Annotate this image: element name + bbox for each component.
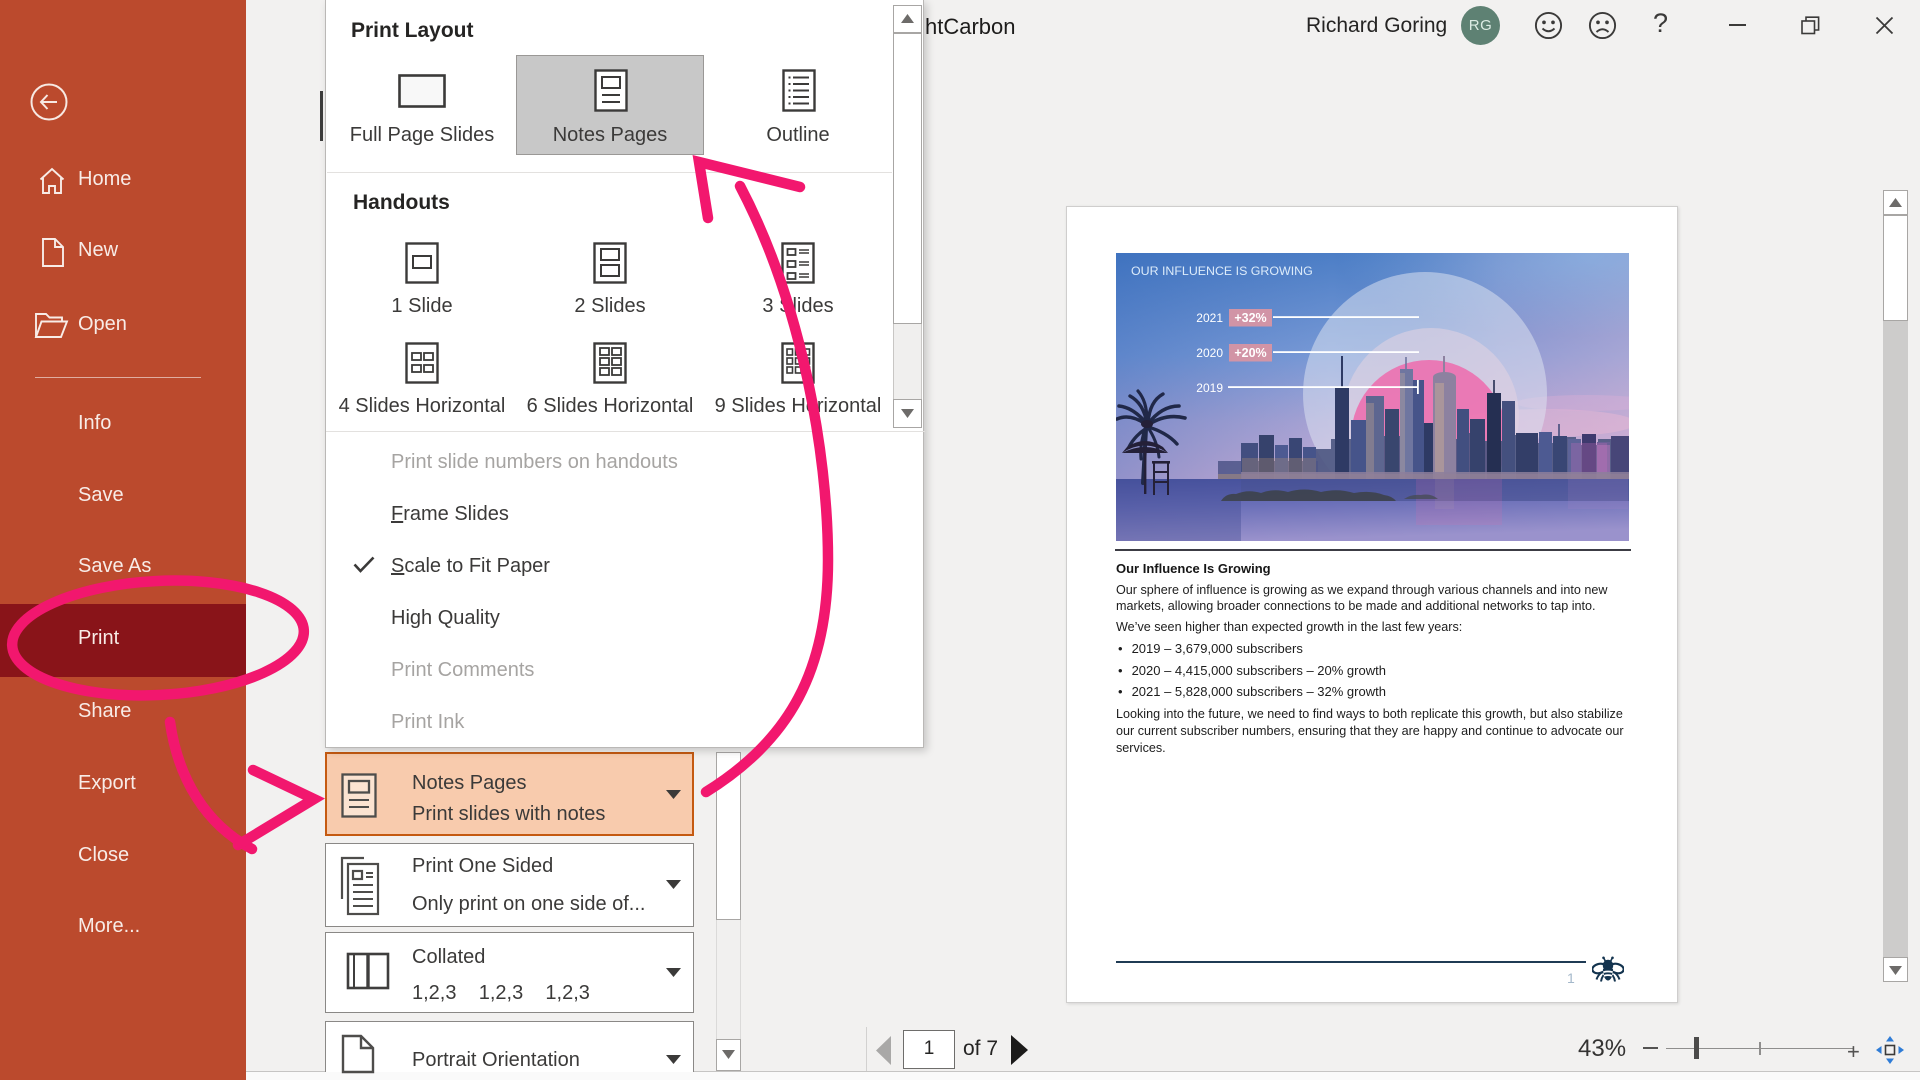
- svg-text:OUR INFLUENCE IS GROWING: OUR INFLUENCE IS GROWING: [1131, 264, 1313, 278]
- svg-text:+20%: +20%: [1234, 346, 1266, 360]
- svg-text:2019: 2019: [1196, 381, 1223, 395]
- svg-text:+32%: +32%: [1234, 311, 1266, 325]
- svg-text:2020: 2020: [1196, 346, 1223, 360]
- svg-text:2021: 2021: [1196, 311, 1223, 325]
